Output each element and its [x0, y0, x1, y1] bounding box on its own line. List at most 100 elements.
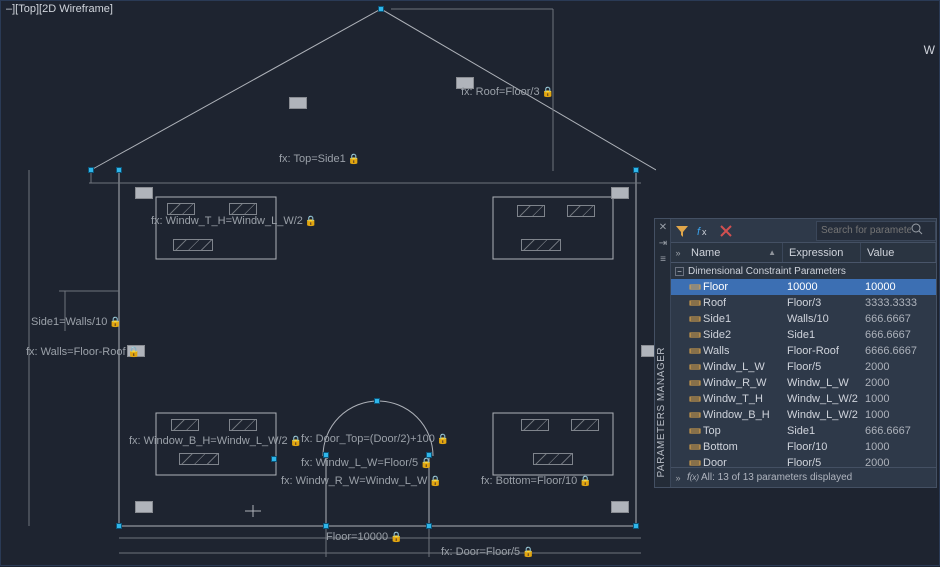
constraint-icon[interactable]	[135, 501, 153, 513]
drawing-canvas[interactable]: fx: Roof=Floor/3🔒 fx: Top=Side1🔒 Side1=W…	[1, 1, 656, 567]
panel-titlebar[interactable]: ✕ ⇥ ≡ PARAMETERS MANAGER	[655, 219, 671, 487]
grip[interactable]	[633, 523, 639, 529]
lock-icon: 🔒	[540, 87, 554, 98]
constraint-icon[interactable]	[135, 187, 153, 199]
table-row[interactable]: WallsFloor-Roof6666.6667	[671, 343, 936, 359]
sort-asc-icon: ▲	[768, 248, 776, 257]
row-name: Door	[703, 457, 727, 467]
lock-icon: 🔒	[435, 434, 449, 445]
table-row[interactable]: Windw_T_HWindw_L_W/21000	[671, 391, 936, 407]
row-expression[interactable]: Windw_L_W/2	[783, 393, 861, 405]
table-row[interactable]: Side1Walls/10666.6667	[671, 311, 936, 327]
row-expression[interactable]: Floor/3	[783, 297, 861, 309]
row-expression[interactable]: Floor/5	[783, 361, 861, 373]
dim-roof[interactable]: fx: Roof=Floor/3🔒	[461, 86, 554, 98]
row-value: 666.6667	[861, 425, 936, 437]
search-icon[interactable]	[911, 223, 923, 238]
dim-walls[interactable]: fx: Walls=Floor-Roof🔒	[26, 346, 140, 358]
grip[interactable]	[426, 523, 432, 529]
grip[interactable]	[378, 6, 384, 12]
table-row[interactable]: Window_B_HWindw_L_W/21000	[671, 407, 936, 423]
constraint-icon[interactable]	[611, 501, 629, 513]
dim-side1[interactable]: Side1=Walls/10🔒	[31, 316, 122, 328]
menu-icon[interactable]: ≡	[655, 251, 671, 267]
table-row[interactable]: Side2 Side1666.6667	[671, 327, 936, 343]
row-expression[interactable]: 10000	[783, 281, 861, 293]
search-field[interactable]	[816, 221, 936, 241]
dim-door[interactable]: fx: Door=Floor/5🔒	[441, 546, 535, 558]
row-value: 666.6667	[861, 329, 936, 341]
table-row[interactable]: Floor1000010000	[671, 279, 936, 295]
table-row[interactable]: Windw_R_WWindw_L_W2000	[671, 375, 936, 391]
dimension-icon	[687, 313, 703, 325]
search-input[interactable]	[821, 225, 911, 236]
row-expression[interactable]: Windw_L_W	[783, 377, 861, 389]
grip[interactable]	[323, 523, 329, 529]
table-row[interactable]: RoofFloor/33333.3333	[671, 295, 936, 311]
dim-wth[interactable]: fx: Windw_T_H=Windw_L_W/2🔒	[151, 215, 317, 227]
window-hatch	[533, 453, 573, 465]
row-name: Window_B_H	[703, 409, 770, 421]
group-label: Dimensional Constraint Parameters	[688, 266, 846, 277]
pin-icon[interactable]: ⇥	[655, 235, 671, 251]
footer-expand-icon[interactable]: »	[671, 473, 685, 483]
row-name: Side2	[703, 329, 731, 341]
row-value: 3333.3333	[861, 297, 936, 309]
delete-icon[interactable]	[715, 220, 737, 242]
table-row[interactable]: DoorFloor/52000	[671, 455, 936, 467]
dim-floor[interactable]: Floor=10000🔒	[326, 531, 403, 543]
row-expression[interactable]: Side1	[783, 425, 861, 437]
constraint-icon[interactable]	[289, 97, 307, 109]
grip[interactable]	[116, 523, 122, 529]
expand-all-icon[interactable]: »	[671, 243, 685, 262]
constraint-icon[interactable]	[611, 187, 629, 199]
dimension-icon	[687, 393, 703, 405]
row-expression[interactable]: Side1	[783, 329, 861, 341]
panel-toolbar: fx	[671, 219, 936, 243]
lock-icon: 🔒	[388, 532, 402, 543]
panel-title: PARAMETERS MANAGER	[656, 347, 667, 478]
dimension-icon	[687, 345, 703, 357]
row-value: 2000	[861, 377, 936, 389]
row-value: 666.6667	[861, 313, 936, 325]
col-expression[interactable]: Expression	[783, 243, 861, 262]
row-value: 10000	[861, 281, 936, 293]
window-hatch	[171, 419, 199, 431]
filter-icon[interactable]	[671, 220, 693, 242]
col-value[interactable]: Value	[861, 243, 936, 262]
dim-top[interactable]: fx: Top=Side1🔒	[279, 153, 360, 165]
cad-viewport[interactable]: –][Top][2D Wireframe] W	[0, 0, 940, 566]
row-expression[interactable]: Windw_L_W/2	[783, 409, 861, 421]
grip[interactable]	[116, 167, 122, 173]
table-header: » Name▲ Expression Value	[671, 243, 936, 263]
dim-wbh[interactable]: fx: Window_B_H=Windw_L_W/2🔒	[129, 435, 302, 447]
world-indicator: W	[924, 43, 935, 57]
grip[interactable]	[633, 167, 639, 173]
window-hatch	[521, 419, 549, 431]
grip[interactable]	[374, 398, 380, 404]
table-row[interactable]: Windw_L_WFloor/52000	[671, 359, 936, 375]
lock-icon: 🔒	[126, 347, 140, 358]
fx-icon[interactable]: fx	[693, 220, 715, 242]
row-expression[interactable]: Floor/5	[783, 457, 861, 467]
dim-bottom[interactable]: fx: Bottom=Floor/10🔒	[481, 475, 592, 487]
grip[interactable]	[88, 167, 94, 173]
close-icon[interactable]: ✕	[655, 219, 671, 235]
dim-doortop[interactable]: fx: Door_Top=(Door/2)+100🔒	[301, 433, 449, 445]
collapse-icon[interactable]: −	[675, 267, 684, 276]
dim-wrw[interactable]: fx: Windw_R_W=Windw_L_W🔒	[281, 475, 442, 487]
table-row[interactable]: BottomFloor/101000	[671, 439, 936, 455]
lock-icon: 🔒	[577, 476, 591, 487]
grip[interactable]	[271, 456, 277, 462]
row-name: Walls	[703, 345, 729, 357]
col-name[interactable]: Name▲	[685, 243, 783, 262]
dimension-icon	[687, 361, 703, 373]
row-expression[interactable]: Walls/10	[783, 313, 861, 325]
window-hatch	[567, 205, 595, 217]
row-expression[interactable]: Floor-Roof	[783, 345, 861, 357]
row-value: 1000	[861, 393, 936, 405]
dim-wlw[interactable]: fx: Windw_L_W=Floor/5🔒	[301, 457, 433, 469]
table-row[interactable]: TopSide1666.6667	[671, 423, 936, 439]
row-expression[interactable]: Floor/10	[783, 441, 861, 453]
group-header[interactable]: − Dimensional Constraint Parameters	[671, 263, 936, 279]
